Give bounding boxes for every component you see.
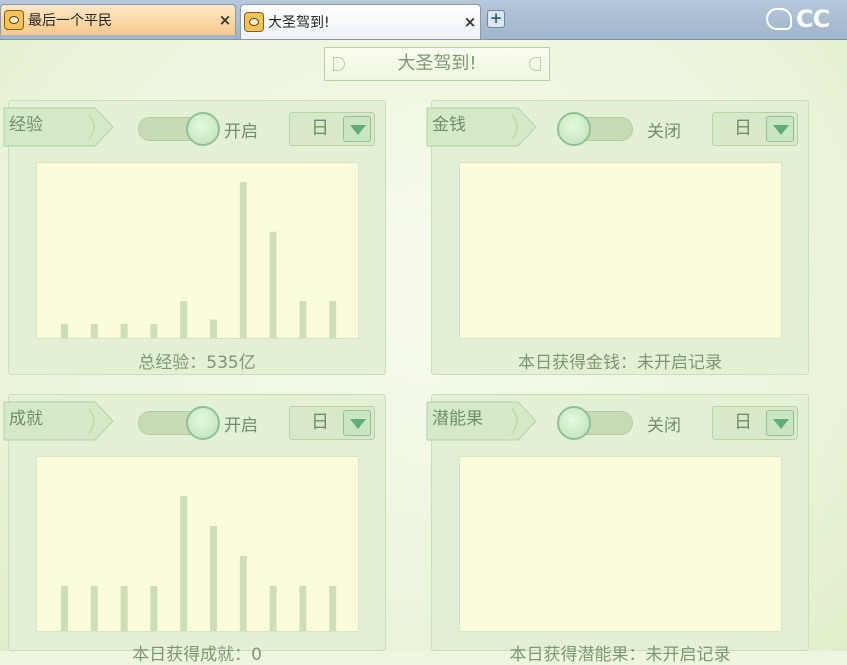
toggle-label: 开启 <box>224 122 258 142</box>
period-value: 日 <box>311 118 329 139</box>
chevron-down-icon[interactable] <box>766 410 794 436</box>
tab-bar: 最后一个平民 × 大圣驾到! × + CC <box>0 0 847 40</box>
bar-chart <box>460 457 781 631</box>
cloud-icon <box>766 8 792 30</box>
panel-summary: 本日获得金钱：未开启记录 <box>518 353 722 373</box>
brand-text: CC <box>796 5 830 33</box>
panel-summary: 本日获得潜能果：未开启记录 <box>509 645 731 665</box>
period-value: 日 <box>734 412 752 433</box>
bar-chart <box>460 163 781 338</box>
chart-area <box>36 162 359 339</box>
chevron-down-icon[interactable] <box>343 410 371 436</box>
panel-label: 经验 <box>3 103 114 147</box>
panel-title: 成就 <box>9 409 43 429</box>
bar <box>210 526 217 631</box>
bar <box>299 586 307 631</box>
page-title: 大圣驾到! <box>324 47 550 81</box>
panel-summary: 总经验：535亿 <box>138 353 256 373</box>
panel-title: 金钱 <box>432 115 466 135</box>
record-toggle[interactable]: 开启 <box>138 405 258 440</box>
bar <box>120 586 128 631</box>
chart-area <box>36 456 359 632</box>
bar-chart <box>61 496 337 631</box>
panel-label: 成就 <box>3 397 114 441</box>
period-select[interactable]: 日 <box>712 112 798 146</box>
bar-chart <box>61 182 337 338</box>
period-value: 日 <box>311 412 329 433</box>
panel-label: 潜能果 <box>426 397 537 441</box>
chart-area <box>459 162 782 339</box>
bar <box>210 319 217 338</box>
bar <box>329 301 337 338</box>
panel-summary: 本日获得成就：0 <box>132 645 262 665</box>
chevron-down-icon[interactable] <box>766 116 794 142</box>
monkey-icon <box>4 10 24 30</box>
bar <box>299 301 307 338</box>
tab-title: 大圣驾到! <box>268 15 330 31</box>
new-tab-button[interactable]: + <box>487 10 505 28</box>
record-toggle[interactable]: 关闭 <box>557 111 681 146</box>
toggle-knob[interactable] <box>186 406 220 440</box>
bar <box>90 323 98 338</box>
bar <box>150 323 158 338</box>
tab-last-commoner[interactable]: 最后一个平民 × <box>0 4 236 35</box>
panel-title: 经验 <box>9 115 43 135</box>
bar <box>239 182 247 338</box>
toggle-knob[interactable] <box>557 112 591 146</box>
panel-potential-fruit: 潜能果 关闭 日 本日获得潜能果：未开启记录 <box>426 394 809 665</box>
toggle-knob[interactable] <box>557 406 591 440</box>
period-select[interactable]: 日 <box>289 112 375 146</box>
bar <box>120 323 128 338</box>
panel-money: 金钱 关闭 日 本日获得金钱：未开启记录 <box>426 100 809 375</box>
bar <box>61 586 68 631</box>
panel-experience: 经验 开启 日 总经验：535亿 <box>3 100 386 375</box>
bar <box>329 586 337 631</box>
main-content: 大圣驾到! 经验 开启 日 总经验：535亿 金钱 关闭 日 本日获得金钱：未开… <box>0 40 847 665</box>
tab-title: 最后一个平民 <box>28 13 112 29</box>
panel-title: 潜能果 <box>432 409 483 429</box>
tab-great-sage[interactable]: 大圣驾到! × <box>240 4 481 39</box>
bar <box>269 231 277 338</box>
panel-achievement: 成就 开启 日 本日获得成就：0 <box>3 394 386 665</box>
panel-label: 金钱 <box>426 103 537 147</box>
period-select[interactable]: 日 <box>289 406 375 440</box>
record-toggle[interactable]: 开启 <box>138 111 258 146</box>
toggle-knob[interactable] <box>186 112 220 146</box>
toggle-label: 关闭 <box>647 416 681 436</box>
period-select[interactable]: 日 <box>712 406 798 440</box>
close-icon[interactable]: × <box>215 11 235 29</box>
brand-logo: CC <box>766 2 830 36</box>
bar <box>180 301 188 338</box>
chart-area <box>459 456 782 632</box>
period-value: 日 <box>734 118 752 139</box>
toggle-label: 关闭 <box>647 122 681 142</box>
monkey-icon <box>244 12 264 32</box>
toggle-label: 开启 <box>224 416 258 436</box>
close-icon[interactable]: × <box>460 13 480 31</box>
bar <box>150 586 158 631</box>
bar <box>239 556 247 631</box>
bar <box>61 323 68 338</box>
record-toggle[interactable]: 关闭 <box>557 405 681 440</box>
bar <box>90 586 98 631</box>
chevron-down-icon[interactable] <box>343 116 371 142</box>
bar <box>269 586 277 631</box>
bar <box>180 496 188 631</box>
